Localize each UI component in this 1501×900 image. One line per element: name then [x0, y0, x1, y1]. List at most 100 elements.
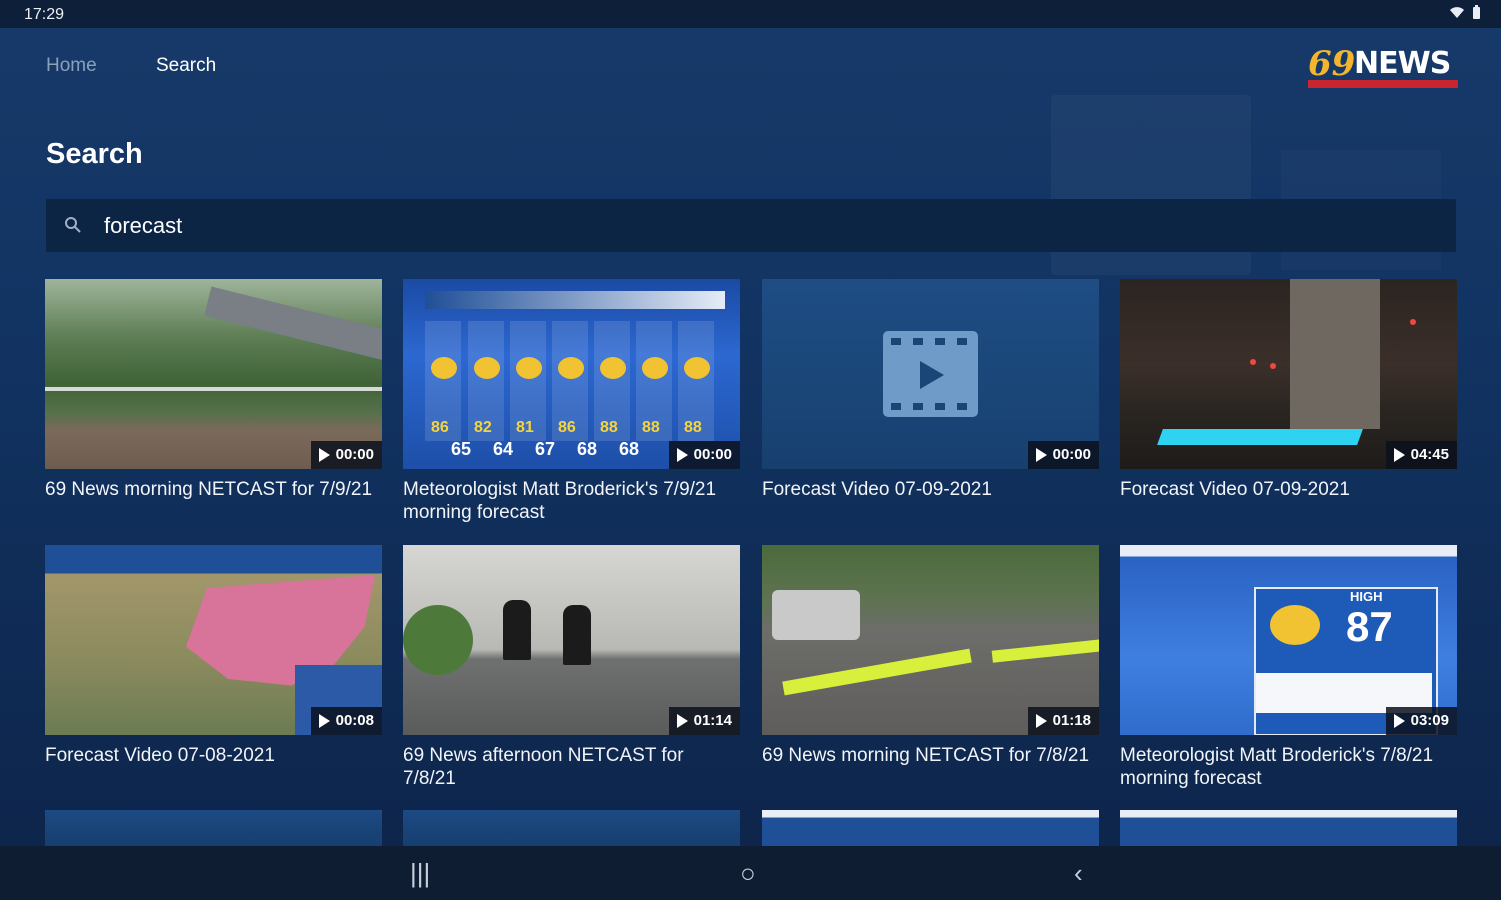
video-card[interactable]: 00:00 69 News morning NETCAST for 7/9/21: [45, 279, 382, 501]
duration-badge: 00:00: [1027, 441, 1099, 469]
duration-text: 00:08: [335, 712, 374, 729]
back-button[interactable]: ‹: [1074, 858, 1083, 889]
69-news-logo: 69 NEWS: [1308, 42, 1458, 90]
duration-badge: 00:00: [310, 441, 382, 469]
status-icons: [1449, 5, 1481, 22]
video-title: Meteorologist Matt Broderick's 7/8/21 mo…: [1120, 745, 1434, 789]
thumbnail-building: [1290, 279, 1380, 429]
duration-badge: 00:08: [310, 707, 382, 735]
video-title: Forecast Video 07-08-2021: [45, 745, 275, 766]
forecast-high: 86: [558, 419, 576, 436]
forecast-low: 67: [535, 439, 556, 459]
duration-text: 03:09: [1410, 712, 1449, 729]
video-card[interactable]: 00:08 Forecast Video 07-08-2021: [45, 545, 382, 767]
status-bar: 17:29: [0, 0, 1501, 28]
thumbnail-firefighter: [503, 600, 531, 660]
sun-icon: [558, 357, 584, 379]
weather-banner: [425, 291, 725, 309]
duration-text: 00:00: [1052, 446, 1091, 463]
play-icon: [676, 448, 688, 462]
film-hole: [891, 338, 901, 345]
duration-badge: 03:09: [1385, 707, 1457, 735]
sun-icon: [1270, 605, 1320, 645]
duration-badge: 01:14: [668, 707, 740, 735]
thumbnail-light: [1270, 363, 1276, 369]
film-hole: [913, 403, 923, 410]
video-thumbnail: 00:08: [45, 545, 382, 735]
thumbnail-tree: [403, 605, 473, 675]
video-card[interactable]: 04:45 Forecast Video 07-09-2021: [1120, 279, 1457, 501]
system-nav-bar: ||| ○ ‹: [0, 846, 1501, 900]
forecast-high: 86: [431, 419, 449, 436]
video-card[interactable]: 01:18 69 News morning NETCAST for 7/8/21: [762, 545, 1099, 767]
status-time: 17:29: [24, 6, 65, 23]
logo-word: NEWS: [1354, 46, 1451, 81]
play-icon: [1035, 714, 1047, 728]
search-icon: [65, 217, 81, 233]
play-icon: [1393, 714, 1405, 728]
video-card-partial[interactable]: [45, 810, 382, 848]
battery-icon: [1473, 5, 1480, 19]
thumbnail-barricade: [782, 648, 972, 696]
film-hole: [891, 403, 901, 410]
forecast-high: 81: [516, 419, 534, 436]
film-hole: [957, 338, 967, 345]
logo-number: 69: [1308, 44, 1356, 84]
duration-text: 00:00: [335, 446, 374, 463]
duration-badge: 04:45: [1385, 441, 1457, 469]
thumbnail-car: [772, 590, 860, 640]
forecast-high: 82: [474, 419, 492, 436]
video-card-partial[interactable]: [1120, 810, 1457, 848]
video-card[interactable]: 00:00 Forecast Video 07-09-2021: [762, 279, 1099, 501]
forecast-high: 88: [684, 419, 702, 436]
video-thumbnail: 00:00: [45, 279, 382, 469]
video-placeholder-icon: [883, 331, 978, 417]
thumbnail-fence: [45, 387, 382, 391]
duration-badge: 00:00: [668, 441, 740, 469]
high-value: 87: [1346, 603, 1393, 650]
play-icon: [676, 714, 688, 728]
film-hole: [913, 338, 923, 345]
duration-badge: 01:18: [1027, 707, 1099, 735]
home-button[interactable]: ○: [740, 858, 756, 889]
play-icon: [1035, 448, 1047, 462]
video-card-partial[interactable]: [403, 810, 740, 848]
search-input[interactable]: forecast: [46, 199, 1456, 252]
play-icon: [1393, 448, 1405, 462]
nav-search[interactable]: Search: [156, 55, 216, 77]
thumbnail-pool: [1157, 429, 1363, 445]
video-card[interactable]: 01:14 69 News afternoon NETCAST for 7/8/…: [403, 545, 740, 790]
thumbnail-light: [1250, 359, 1256, 365]
duration-text: 04:45: [1410, 446, 1449, 463]
forecast-high: 88: [642, 419, 660, 436]
video-title: 69 News morning NETCAST for 7/8/21: [762, 745, 1090, 766]
video-thumbnail: 01:18: [762, 545, 1099, 735]
video-thumbnail: 00:00: [762, 279, 1099, 469]
sun-icon: [642, 357, 668, 379]
video-title: Meteorologist Matt Broderick's 7/9/21 mo…: [403, 479, 717, 523]
video-title: 69 News afternoon NETCAST for 7/8/21: [403, 745, 684, 789]
video-title: 69 News morning NETCAST for 7/9/21: [45, 479, 373, 500]
forecast-low: 65: [451, 439, 472, 459]
play-icon: [318, 714, 330, 728]
page-title: Search: [46, 138, 143, 170]
video-card[interactable]: 86 82 81 86 88 88 88 65 64 67 68 68 00:0…: [403, 279, 740, 524]
video-thumbnail: 04:45: [1120, 279, 1457, 469]
sun-icon: [516, 357, 542, 379]
film-hole: [935, 338, 945, 345]
wifi-icon: [1450, 7, 1465, 18]
film-hole: [935, 403, 945, 410]
video-thumbnail: 86 82 81 86 88 88 88 65 64 67 68 68 00:0…: [403, 279, 740, 469]
nav-home[interactable]: Home: [46, 55, 97, 77]
forecast-low: 64: [493, 439, 514, 459]
video-card-partial[interactable]: [762, 810, 1099, 848]
play-icon: [920, 361, 944, 389]
high-label: HIGH: [1350, 589, 1383, 604]
duration-text: 01:14: [693, 712, 732, 729]
forecast-low: 68: [577, 439, 598, 459]
recent-apps-button[interactable]: |||: [410, 858, 430, 889]
duration-text: 00:00: [693, 446, 732, 463]
thumbnail-barricade: [991, 639, 1099, 663]
video-card[interactable]: HIGH 87 03:09 Meteorologist Matt Broderi…: [1120, 545, 1457, 790]
video-title: Forecast Video 07-09-2021: [762, 479, 992, 500]
